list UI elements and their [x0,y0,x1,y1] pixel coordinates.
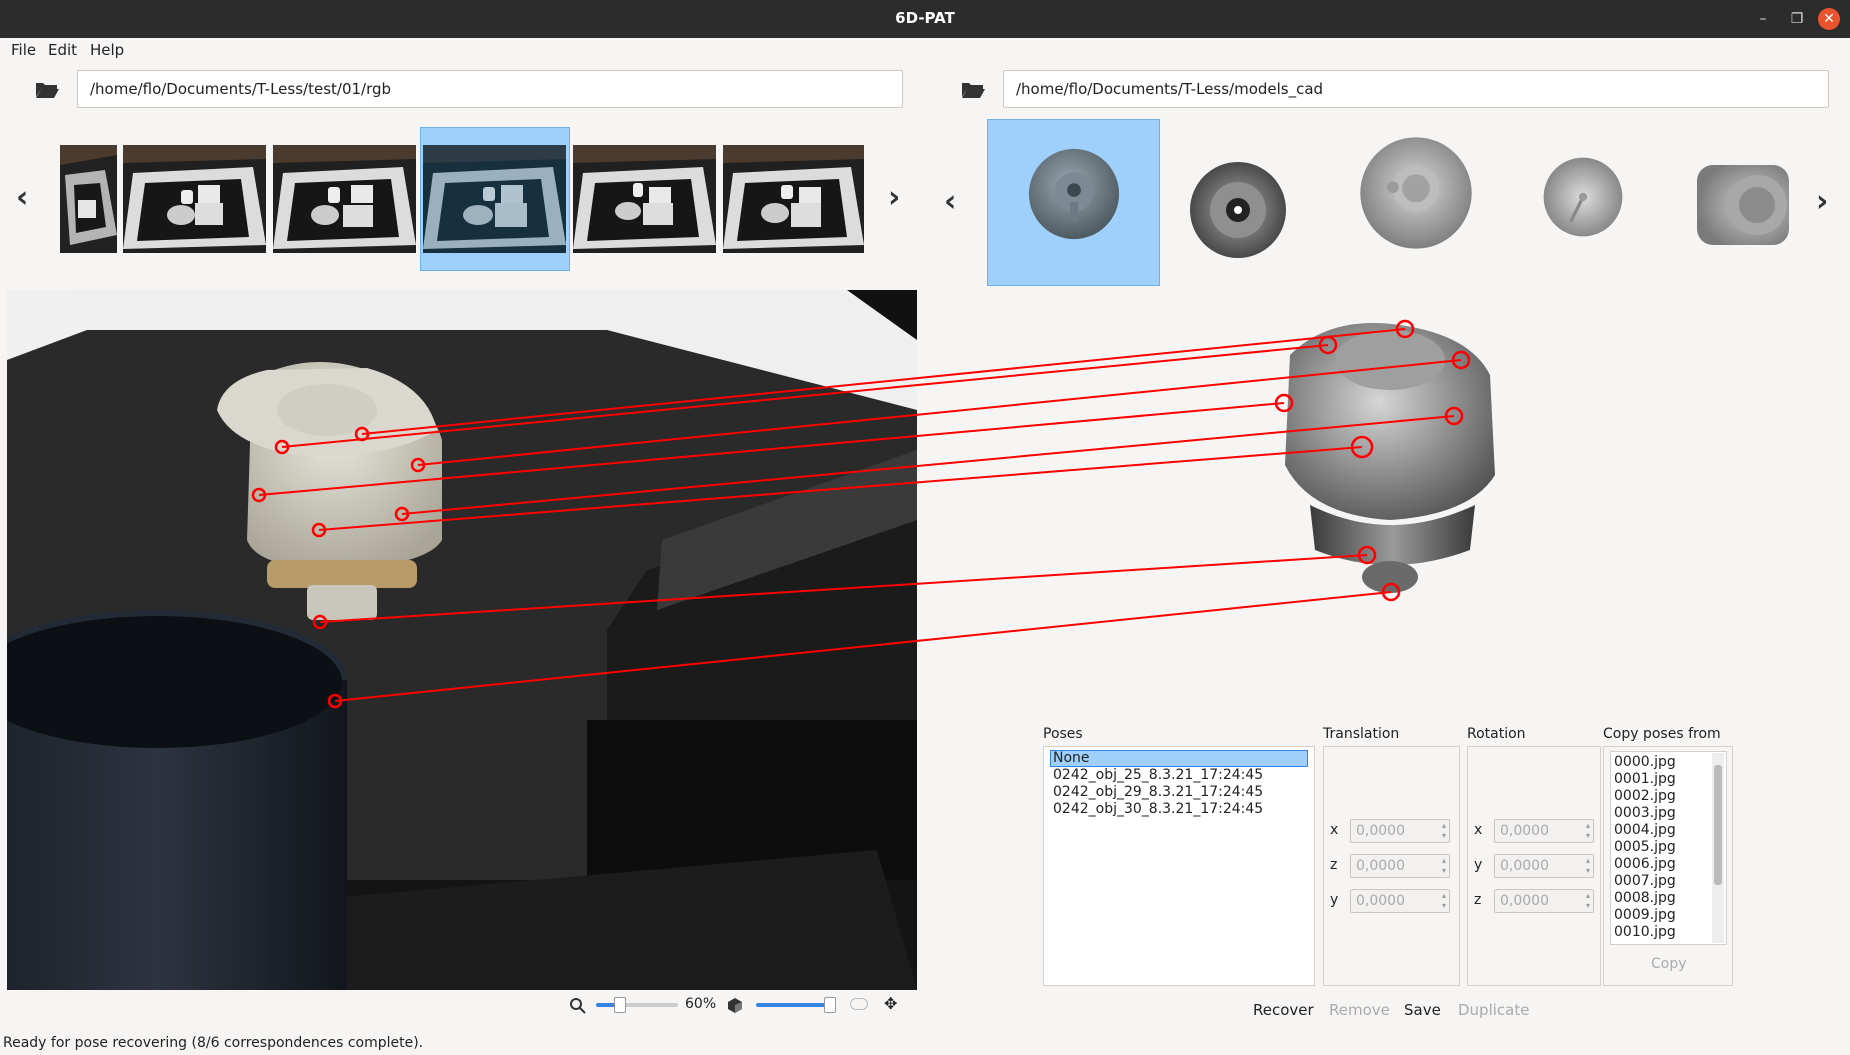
rotation-axis-label: x [1474,822,1483,838]
copy-pose-item[interactable]: 0007.jpg [1614,873,1676,889]
rotation-axis-label: y [1474,857,1483,873]
image-thumb-5[interactable] [573,145,716,253]
open-models-folder-icon[interactable] [960,80,986,100]
close-button[interactable]: ✕ [1818,8,1840,30]
zoom-slider[interactable] [596,997,678,1013]
translation-x-value: 0,0000 [1356,823,1405,839]
pose-item[interactable]: None [1053,750,1090,766]
model-thumb-3[interactable] [1358,135,1474,251]
cube-opacity-icon [728,998,742,1013]
rotation-z-value: 0,0000 [1500,893,1549,909]
pose-item[interactable]: 0242_obj_30_8.3.21_17:24:45 [1053,801,1263,817]
translation-axis-label: x [1330,822,1339,838]
translation-y-value: 0,0000 [1356,893,1405,909]
translation-axis-label: y [1330,892,1339,908]
copy-poses-label: Copy poses from [1603,726,1721,742]
image-path-input[interactable]: /home/flo/Documents/T-Less/test/01/rgb [77,70,903,108]
copy-pose-item[interactable]: 0008.jpg [1614,890,1676,906]
image-thumb-1[interactable] [60,145,117,253]
translation-z-input[interactable]: 0,0000 ▴ ▾ [1350,854,1450,878]
image-thumb-4-selected[interactable] [423,145,566,253]
model-thumb-2[interactable] [1188,160,1288,260]
copy-pose-item[interactable]: 0002.jpg [1614,788,1676,804]
rotation-axis-label: z [1474,892,1482,908]
copy-pose-item[interactable]: 0006.jpg [1614,856,1676,872]
rotation-x-value: 0,0000 [1500,823,1549,839]
recover-button[interactable]: Recover [1253,1001,1314,1019]
models-prev-arrow-icon[interactable]: ‹ [944,184,956,219]
pose-item[interactable]: 0242_obj_25_8.3.21_17:24:45 [1053,767,1263,783]
menu-file[interactable]: File [11,41,36,59]
window-title: 6D-PAT [895,9,955,27]
rotation-label: Rotation [1467,726,1526,742]
translation-y-input[interactable]: 0,0000 ▴ ▾ [1350,889,1450,913]
images-next-arrow-icon[interactable]: › [888,180,900,215]
zoom-icon [570,998,586,1014]
rotation-x-input[interactable]: 0,0000 ▴ ▾ [1494,819,1594,843]
poses-label: Poses [1043,726,1083,742]
translation-x-input[interactable]: 0,0000 ▴ ▾ [1350,819,1450,843]
copy-pose-item[interactable]: 0001.jpg [1614,771,1676,787]
title-bar: 6D-PAT – ❐ ✕ [0,0,1850,38]
copy-pose-item[interactable]: 0000.jpg [1614,754,1676,770]
image-view[interactable] [7,290,917,990]
maximize-button[interactable]: ❐ [1786,8,1808,30]
models-path-input[interactable]: /home/flo/Documents/T-Less/models_cad [1003,70,1829,108]
model-thumb-1-selected[interactable] [1025,145,1123,243]
rotation-y-value: 0,0000 [1500,858,1549,874]
translation-axis-label: z [1330,857,1338,873]
zoom-slider-handle[interactable] [614,997,626,1013]
model-thumb-4[interactable] [1542,156,1624,238]
translation-z-value: 0,0000 [1356,858,1405,874]
image-thumb-2[interactable] [123,145,266,253]
rotation-y-input[interactable]: 0,0000 ▴ ▾ [1494,854,1594,878]
open-folder-icon[interactable] [34,80,60,100]
zoom-level-label: 60% [685,996,717,1012]
model-thumb-5[interactable] [1695,162,1789,248]
move-icon[interactable]: ✥ [884,994,897,1013]
menu-edit[interactable]: Edit [48,41,77,59]
scrollbar-thumb[interactable] [1714,765,1722,885]
duplicate-button[interactable]: Duplicate [1458,1001,1529,1019]
copy-poses-scrollbar[interactable] [1712,753,1724,943]
status-bar-text: Ready for pose recovering (8/6 correspon… [3,1035,424,1051]
image-thumb-6[interactable] [723,145,864,253]
save-button[interactable]: Save [1404,1001,1441,1019]
images-prev-arrow-icon[interactable]: ‹ [16,180,28,215]
toggle-icon[interactable] [850,998,868,1010]
translation-label: Translation [1323,726,1400,742]
model-render-view[interactable] [1270,315,1510,605]
rotation-z-input[interactable]: 0,0000 ▴ ▾ [1494,889,1594,913]
opacity-slider[interactable] [756,997,836,1013]
models-next-arrow-icon[interactable]: › [1816,184,1828,219]
copy-pose-item[interactable]: 0005.jpg [1614,839,1676,855]
copy-button[interactable]: Copy [1651,956,1687,972]
copy-pose-item[interactable]: 0010.jpg [1614,924,1676,940]
copy-pose-item[interactable]: 0009.jpg [1614,907,1676,923]
minimize-button[interactable]: – [1752,8,1774,30]
remove-button[interactable]: Remove [1329,1001,1390,1019]
image-thumb-3[interactable] [273,145,416,253]
pose-item[interactable]: 0242_obj_29_8.3.21_17:24:45 [1053,784,1263,800]
copy-pose-item[interactable]: 0003.jpg [1614,805,1676,821]
menu-help[interactable]: Help [90,41,124,59]
menu-bar: File Edit Help [0,38,1850,64]
copy-pose-item[interactable]: 0004.jpg [1614,822,1676,838]
opacity-slider-handle[interactable] [824,997,836,1013]
